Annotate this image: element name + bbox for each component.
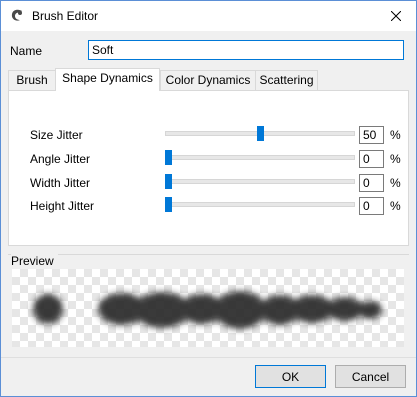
close-icon [391,11,401,21]
size-jitter-input[interactable] [359,126,384,144]
size-jitter-slider-thumb[interactable] [256,126,264,141]
cancel-button[interactable]: Cancel [335,365,406,388]
angle-jitter-slider[interactable] [165,150,355,165]
size-jitter-label: Size Jitter [30,128,83,142]
brush-app-icon [9,8,25,24]
brush-preview [12,269,404,347]
brush-stroke [33,291,382,329]
angle-jitter-label: Angle Jitter [30,152,91,166]
height-jitter-input[interactable] [359,197,384,215]
height-jitter-slider-thumb[interactable] [165,197,172,212]
footer-divider [1,357,416,358]
tab-brush[interactable]: Brush [8,70,56,90]
brush-editor-window: Brush Editor Name Brush Shape Dynamics C… [0,0,417,397]
tab-scattering[interactable]: Scattering [255,70,318,90]
tab-shape-dynamics[interactable]: Shape Dynamics [55,68,160,91]
name-label: Name [10,44,43,58]
height-jitter-slider[interactable] [165,197,355,212]
width-jitter-label: Width Jitter [30,176,91,190]
preview-label: Preview [11,254,58,268]
height-jitter-label: Height Jitter [30,199,95,213]
width-jitter-input[interactable] [359,174,384,192]
height-jitter-unit: % [390,199,401,213]
size-jitter-unit: % [390,128,401,142]
title-bar: Brush Editor [1,1,416,31]
name-field[interactable] [88,40,404,60]
angle-jitter-input[interactable] [359,150,384,168]
window-title: Brush Editor [32,9,99,23]
angle-jitter-unit: % [390,152,401,166]
brush-stroke-preview [33,291,382,329]
width-jitter-slider[interactable] [165,174,355,189]
width-jitter-unit: % [390,176,401,190]
size-jitter-slider[interactable] [165,126,355,141]
shape-dynamics-panel [8,90,409,246]
ok-button[interactable]: OK [255,365,326,388]
close-button[interactable] [376,1,416,31]
width-jitter-slider-thumb[interactable] [165,174,172,189]
angle-jitter-slider-thumb[interactable] [165,150,172,165]
tab-color-dynamics[interactable]: Color Dynamics [160,70,256,90]
